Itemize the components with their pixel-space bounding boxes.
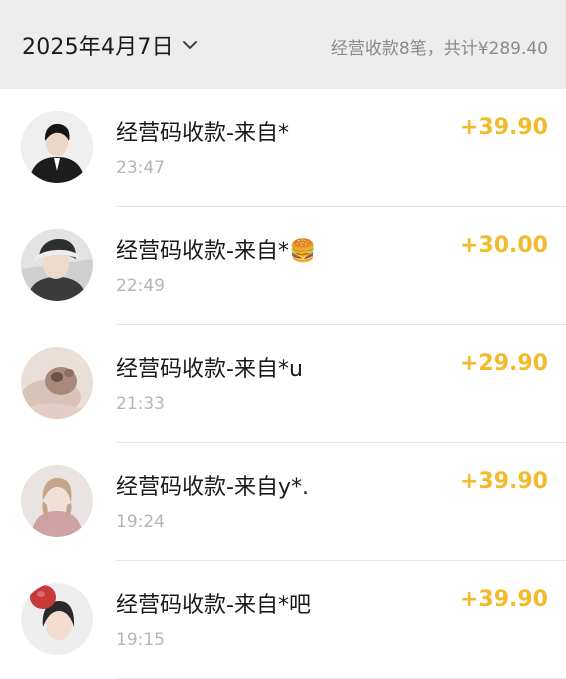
transaction-row[interactable]: 经营码收款-来自*u 21:33 +29.90: [0, 325, 566, 443]
transaction-amount: +29.90: [459, 351, 548, 376]
avatar: [21, 111, 93, 183]
transaction-time: 19:24: [116, 512, 165, 532]
transaction-title: 经营码收款-来自*🍔: [116, 239, 317, 264]
summary-text: 经营收款8笔，共计¥289.40: [330, 39, 548, 59]
transaction-title: 经营码收款-来自*吧: [116, 593, 311, 618]
transaction-row[interactable]: 经营码收款-来自*吧 19:15 +39.90: [0, 561, 566, 679]
avatar: [21, 465, 93, 537]
transaction-amount: +39.90: [459, 115, 548, 140]
header-bar: 2025年4月7日 经营收款8笔，共计¥289.40: [0, 0, 566, 89]
transaction-title: 经营码收款-来自*: [116, 121, 289, 146]
avatar: [21, 229, 93, 301]
transaction-row[interactable]: 经营码收款-来自*🍔 22:49 +30.00: [0, 207, 566, 325]
transaction-title: 经营码收款-来自*u: [116, 357, 303, 382]
avatar: [21, 347, 93, 419]
date-picker[interactable]: 2025年4月7日: [22, 28, 198, 62]
transaction-amount: +39.90: [459, 469, 548, 494]
transaction-time: 19:15: [116, 630, 165, 650]
transaction-amount: +39.90: [459, 587, 548, 612]
transaction-title: 经营码收款-来自y*.: [116, 475, 309, 500]
transaction-list: 经营码收款-来自* 23:47 +39.90 经营码收款-来自*🍔 22:49 …: [0, 89, 566, 679]
date-label: 2025年4月7日: [22, 35, 174, 60]
chevron-down-icon: [182, 41, 197, 49]
transaction-time: 23:47: [116, 158, 165, 178]
transaction-time: 21:33: [116, 394, 165, 414]
transaction-row[interactable]: 经营码收款-来自* 23:47 +39.90: [0, 89, 566, 207]
transaction-row[interactable]: 经营码收款-来自y*. 19:24 +39.90: [0, 443, 566, 561]
transaction-time: 22:49: [116, 276, 165, 296]
transaction-amount: +30.00: [459, 233, 548, 258]
avatar: [21, 583, 93, 655]
